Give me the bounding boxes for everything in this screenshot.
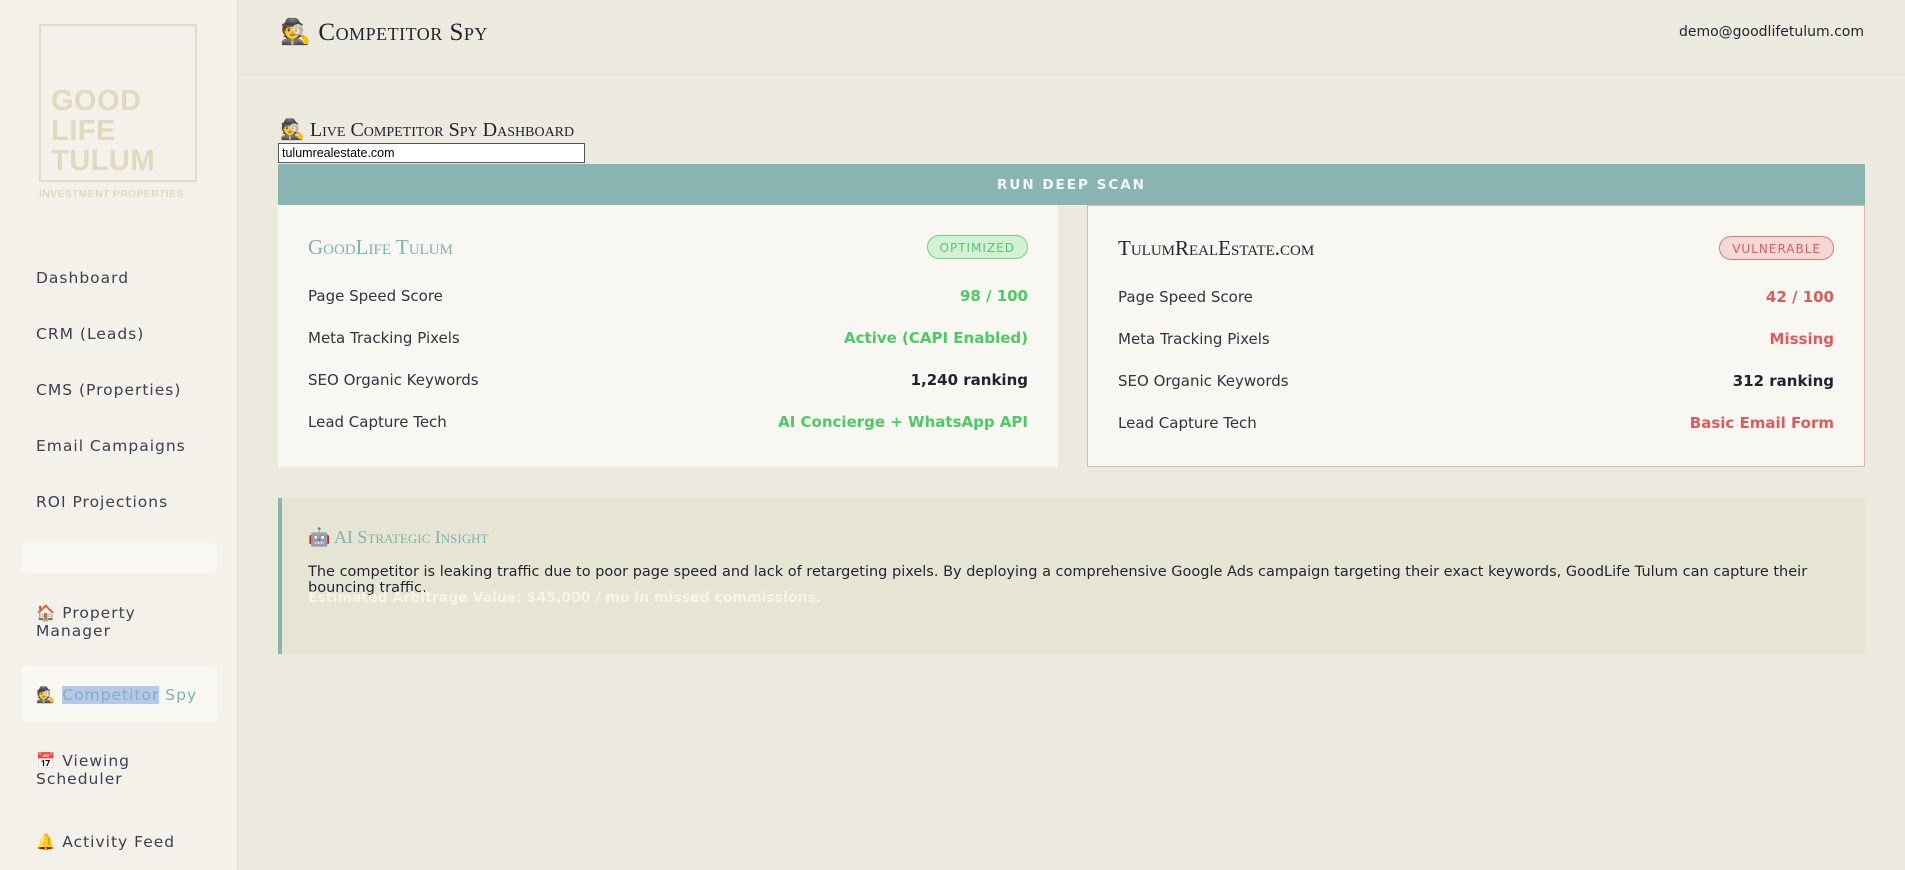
- metric-value: Missing: [1769, 330, 1834, 348]
- sidebar-item-activity-feed[interactable]: 🔔 Activity Feed: [36, 833, 175, 851]
- sidebar-item-viewing-scheduler[interactable]: 📅 Viewing Scheduler: [36, 752, 206, 788]
- metric-value: 312 ranking: [1732, 372, 1834, 390]
- sidebar-item-dashboard[interactable]: Dashboard: [36, 269, 129, 287]
- metric-label: Lead Capture Tech: [1118, 414, 1257, 432]
- bell-icon: 🔔: [36, 833, 57, 851]
- user-email[interactable]: demo@goodlifetulum.com: [1679, 24, 1864, 40]
- competitor-domain-input[interactable]: [278, 143, 585, 163]
- sidebar-item-cms[interactable]: CMS (Properties): [36, 381, 181, 399]
- ai-insight-panel: 🤖 AI Strategic Insight The competitor is…: [278, 498, 1865, 654]
- metric-value: Basic Email Form: [1689, 414, 1834, 432]
- sidebar-item-roi-projections[interactable]: ROI Projections: [36, 493, 168, 511]
- our-site-card: GoodLife Tulum OPTIMIZED Page Speed Scor…: [278, 205, 1058, 467]
- detective-icon: 🕵️: [280, 119, 305, 141]
- house-icon: 🏠: [36, 604, 57, 622]
- top-bar: [239, 0, 1905, 75]
- metric-label: SEO Organic Keywords: [1118, 372, 1289, 390]
- sidebar-item-label: Activity Feed: [62, 833, 176, 851]
- calendar-icon: 📅: [36, 752, 57, 770]
- section-title: 🕵️ Live Competitor Spy Dashboard: [280, 117, 574, 142]
- metric-value: 98 / 100: [959, 287, 1028, 305]
- section-title-text: Live Competitor Spy Dashboard: [309, 119, 575, 141]
- insight-title-text: AI Strategic Insight: [333, 527, 489, 547]
- metric-label: Meta Tracking Pixels: [1118, 330, 1270, 348]
- sidebar-item-crm[interactable]: CRM (Leads): [36, 325, 144, 343]
- metric-label: Meta Tracking Pixels: [308, 329, 460, 347]
- logo-word-3: TULUM: [51, 145, 155, 177]
- run-deep-scan-button[interactable]: RUN DEEP SCAN: [278, 164, 1865, 205]
- card-title: GoodLife Tulum: [308, 235, 453, 259]
- metric-value: 1,240 ranking: [910, 371, 1028, 389]
- logo-subtitle: INVESTMENT PROPERTIES: [39, 188, 184, 200]
- metric-label: Page Speed Score: [308, 287, 443, 305]
- logo-word-2: LIFE: [51, 115, 116, 147]
- metric-label: SEO Organic Keywords: [308, 371, 479, 389]
- metric-value: 42 / 100: [1765, 288, 1834, 306]
- sidebar-item-property-manager[interactable]: 🏠 Property Manager: [36, 604, 206, 640]
- competitor-site-card: TulumRealEstate.com VULNERABLE Page Spee…: [1087, 205, 1865, 467]
- insight-title: 🤖 AI Strategic Insight: [308, 527, 488, 548]
- page-title: 🕵️ Competitor Spy: [280, 18, 488, 47]
- card-title: TulumRealEstate.com: [1118, 236, 1315, 260]
- logo: GOOD LIFE TULUM: [39, 24, 197, 182]
- insight-estimate: Estimated Arbitrage Value: $45,000 / mo …: [308, 590, 822, 606]
- logo-word-1: GOOD: [51, 85, 142, 117]
- metric-label: Lead Capture Tech: [308, 413, 447, 431]
- robot-icon: 🤖: [308, 527, 331, 547]
- page-title-text: Competitor Spy: [318, 19, 488, 46]
- detective-icon: 🕵️: [36, 686, 57, 704]
- metric-value: Active (CAPI Enabled): [844, 329, 1028, 347]
- status-badge: VULNERABLE: [1719, 236, 1834, 260]
- metric-value: AI Concierge + WhatsApp API: [778, 413, 1028, 431]
- metric-label: Page Speed Score: [1118, 288, 1253, 306]
- sidebar-item-label-selected: Competitor: [62, 686, 160, 704]
- sidebar-item-competitor-spy[interactable]: 🕵️ Competitor Spy: [36, 686, 197, 704]
- sidebar-item-label-rest: Spy: [159, 686, 198, 704]
- sidebar-blank-item[interactable]: [21, 543, 217, 573]
- sidebar: GOOD LIFE TULUM INVESTMENT PROPERTIES Da…: [0, 0, 238, 870]
- sidebar-item-email-campaigns[interactable]: Email Campaigns: [36, 437, 186, 455]
- detective-icon: 🕵️: [280, 19, 312, 46]
- status-badge: OPTIMIZED: [926, 235, 1028, 259]
